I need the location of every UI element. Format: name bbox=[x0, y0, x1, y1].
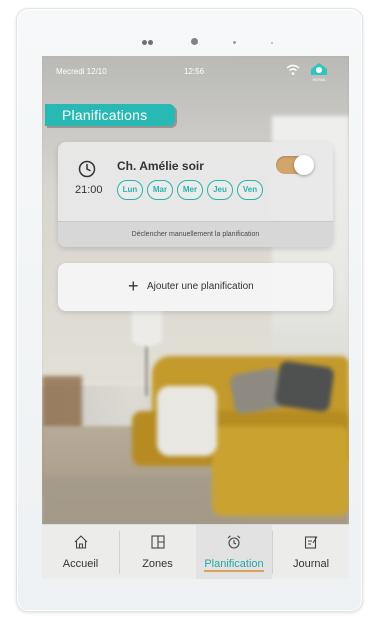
device-screen: Mecredi 12/10 12:56 HEIWA Planifications… bbox=[42, 56, 349, 579]
active-tab-indicator bbox=[204, 570, 264, 572]
nav-item-journal[interactable]: Journal bbox=[273, 525, 349, 579]
alarm-clock-icon bbox=[227, 535, 241, 549]
background-pillow bbox=[274, 360, 335, 413]
light-sensor bbox=[233, 41, 236, 44]
schedule-name: Ch. Amélie soir bbox=[117, 159, 204, 173]
background-throw bbox=[157, 386, 217, 456]
day-chip-mer: Mer bbox=[177, 180, 203, 200]
nav-item-zones[interactable]: Zones bbox=[119, 525, 196, 579]
wifi-icon bbox=[286, 64, 300, 75]
schedule-card[interactable]: 21:00 Ch. Amélie soir Lun Mar Mer Jeu Ve… bbox=[58, 142, 333, 247]
nav-item-accueil[interactable]: Accueil bbox=[42, 525, 119, 579]
home-icon bbox=[74, 535, 87, 549]
toggle-knob bbox=[294, 155, 314, 175]
svg-text:HEIWA: HEIWA bbox=[313, 77, 326, 82]
status-time: 12:56 bbox=[184, 67, 205, 76]
manual-trigger-button[interactable]: Déclencher manuellement la planification bbox=[58, 221, 333, 247]
heiwa-logo: HEIWA bbox=[311, 63, 327, 82]
light-sensor bbox=[271, 42, 273, 44]
nav-label-accueil: Accueil bbox=[62, 558, 99, 570]
bottom-navigation: Accueil Zones Planification Journal bbox=[42, 524, 349, 579]
day-chip-jeu: Jeu bbox=[207, 180, 233, 200]
camera-lens bbox=[191, 38, 198, 45]
page-title-tab: Planifications bbox=[45, 104, 175, 126]
camera-sensor bbox=[142, 40, 147, 45]
manual-trigger-label: Déclencher manuellement la planification bbox=[131, 231, 260, 238]
background-sofa-arm bbox=[212, 426, 349, 516]
add-schedule-label: Ajouter une planification bbox=[147, 281, 254, 292]
day-chip-ven: Ven bbox=[237, 180, 263, 200]
clock-icon bbox=[78, 160, 96, 178]
zones-icon bbox=[150, 535, 165, 549]
nav-label-journal: Journal bbox=[292, 558, 330, 570]
add-schedule-button[interactable]: + Ajouter une planification bbox=[58, 263, 333, 311]
status-bar: Mecredi 12/10 12:56 HEIWA bbox=[42, 56, 349, 86]
schedule-time: 21:00 bbox=[75, 184, 103, 196]
day-chip-lun: Lun bbox=[117, 180, 143, 200]
day-chip-mar: Mar bbox=[147, 180, 173, 200]
nav-label-planification: Planification bbox=[204, 558, 264, 570]
status-date: Mecredi 12/10 bbox=[56, 67, 107, 76]
page-title: Planifications bbox=[62, 107, 148, 123]
plus-icon: + bbox=[128, 276, 139, 296]
camera-sensor bbox=[148, 40, 153, 45]
journal-icon bbox=[304, 536, 318, 549]
nav-label-zones: Zones bbox=[142, 558, 173, 570]
schedule-enable-toggle[interactable] bbox=[276, 155, 314, 175]
nav-item-planification[interactable]: Planification bbox=[196, 525, 272, 579]
